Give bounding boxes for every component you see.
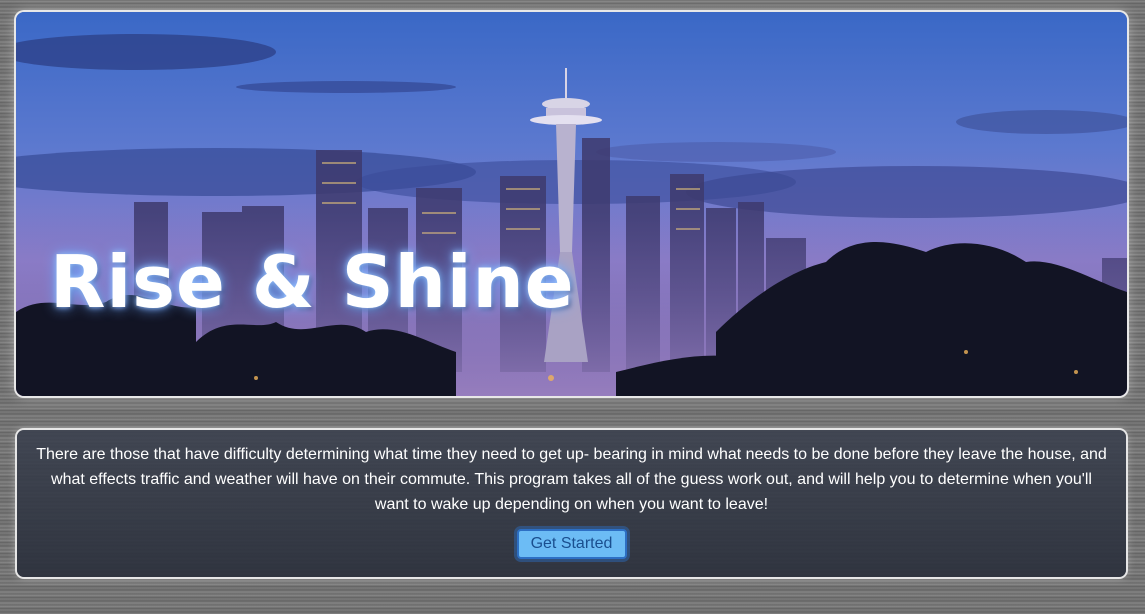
- intro-description: There are those that have difficulty det…: [36, 446, 1107, 513]
- intro-panel: There are those that have difficulty det…: [17, 430, 1126, 577]
- get-started-button[interactable]: Get Started: [516, 529, 627, 559]
- seattle-skyline-image: [16, 12, 1127, 396]
- hero-banner: Rise & Shine: [16, 12, 1127, 396]
- hero-title: Rise & Shine: [50, 240, 575, 324]
